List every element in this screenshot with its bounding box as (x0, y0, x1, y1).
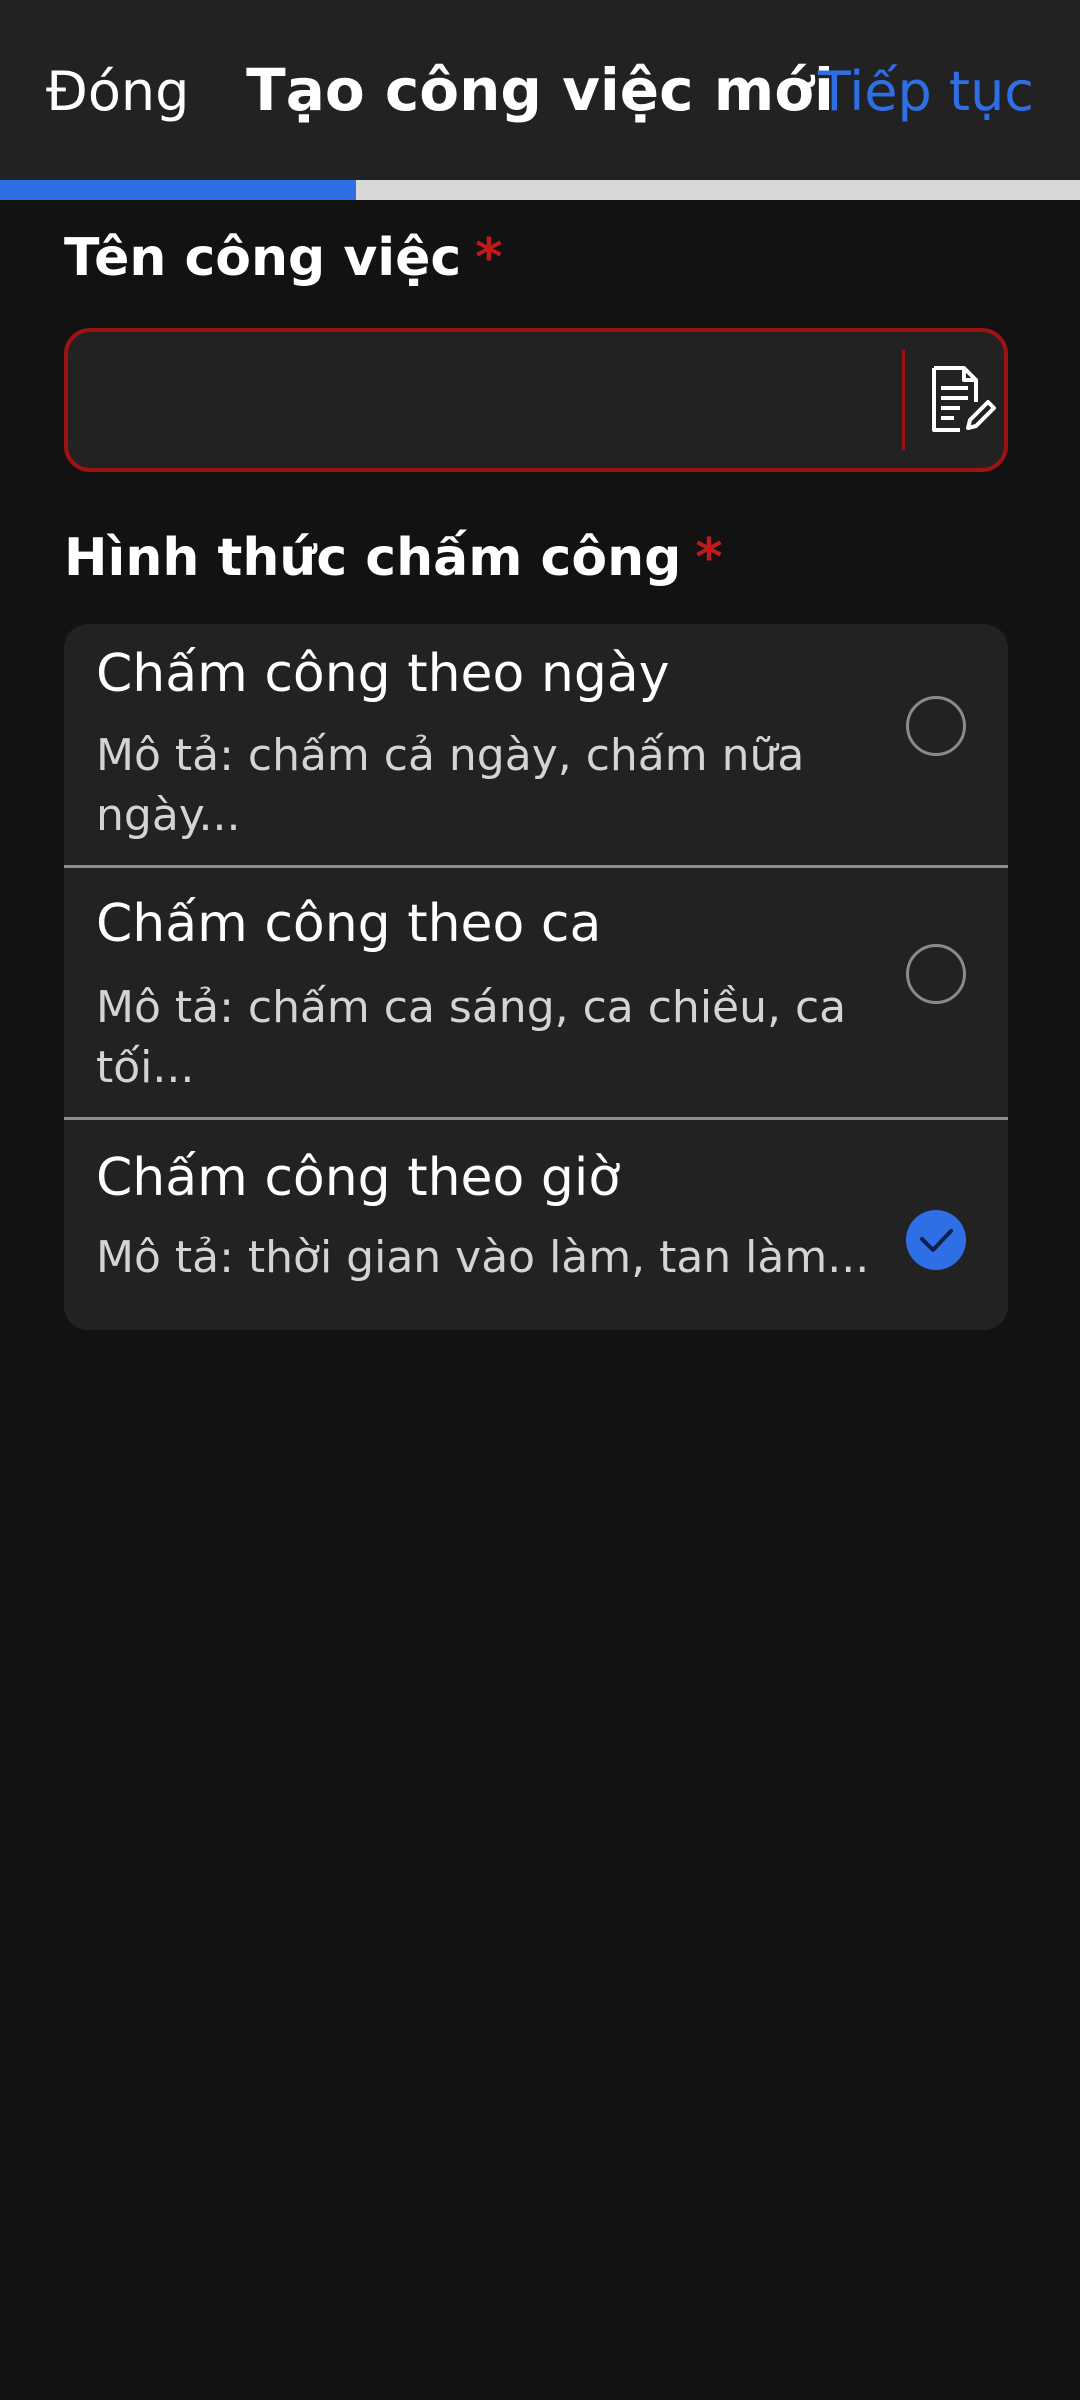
radio-by-day[interactable] (906, 696, 966, 756)
required-mark: * (475, 228, 503, 288)
job-name-input[interactable] (92, 332, 926, 470)
step-progress-fill (0, 180, 357, 200)
attendance-type-options: Chấm công theo ngày Mô tả: chấm cả ngày,… (64, 624, 1008, 1330)
option-by-shift[interactable]: Chấm công theo ca Mô tả: chấm ca sáng, c… (64, 868, 1008, 1117)
option-title: Chấm công theo giờ (96, 1148, 621, 1208)
option-by-day[interactable]: Chấm công theo ngày Mô tả: chấm cả ngày,… (64, 624, 1008, 865)
continue-button[interactable]: Tiếp tục (818, 52, 1034, 132)
option-description: Mô tả: thời gian vào làm, tan làm... (96, 1232, 870, 1283)
option-title: Chấm công theo ngày (96, 644, 670, 704)
input-divider (902, 350, 905, 450)
job-name-label-text: Tên công việc (64, 228, 462, 288)
job-name-field[interactable] (64, 328, 1008, 472)
option-by-hour[interactable]: Chấm công theo giờ Mô tả: thời gian vào … (64, 1120, 1008, 1330)
top-app-bar: Đóng Tạo công việc mới Tiếp tục (0, 0, 1080, 180)
attendance-type-label: Hình thức chấm công * (64, 528, 723, 588)
option-title: Chấm công theo ca (96, 894, 602, 954)
option-description: Mô tả: chấm ca sáng, ca chiều, ca tối... (96, 982, 847, 1093)
step-progress-bar (0, 180, 1080, 200)
radio-by-shift[interactable] (906, 944, 966, 1004)
check-icon (920, 1229, 953, 1252)
note-edit-icon[interactable] (926, 364, 998, 436)
required-mark: * (695, 528, 723, 588)
attendance-type-label-text: Hình thức chấm công (64, 528, 682, 588)
job-name-label: Tên công việc * (64, 228, 502, 288)
radio-by-hour[interactable] (906, 1210, 966, 1270)
option-description: Mô tả: chấm cả ngày, chấm nữa ngày... (96, 730, 805, 841)
